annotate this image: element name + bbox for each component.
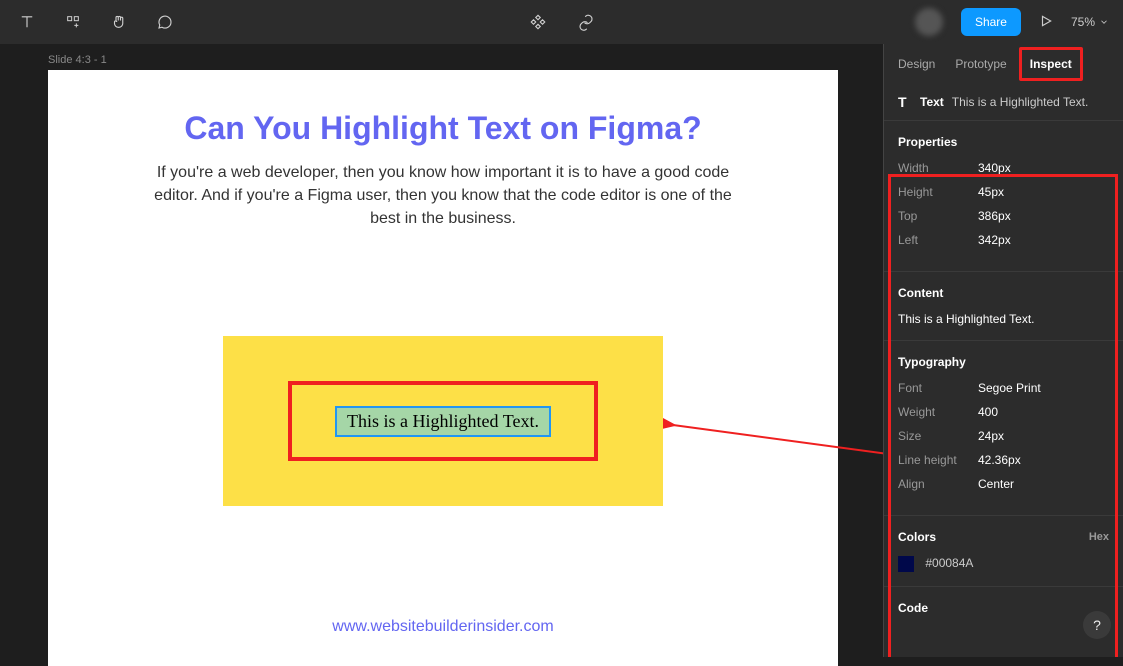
slide-paragraph: If you're a web developer, then you know… <box>153 161 733 231</box>
inspect-panel: Design Prototype Inspect T Text This is … <box>883 44 1123 657</box>
typo-font: FontSegoe Print <box>898 381 1109 395</box>
highlighted-text[interactable]: This is a Highlighted Text. <box>335 406 551 437</box>
canvas-area[interactable]: Slide 4:3 - 1 Can You Highlight Text on … <box>0 44 883 657</box>
typo-size: Size24px <box>898 429 1109 443</box>
properties-section: Properties Width340px Height45px Top386p… <box>884 120 1123 271</box>
color-hex: #00084A <box>925 556 973 570</box>
annotation-box: This is a Highlighted Text. <box>288 381 598 461</box>
content-text: This is a Highlighted Text. <box>898 312 1109 326</box>
content-heading: Content <box>898 286 1109 300</box>
typo-lineheight: Line height42.36px <box>898 453 1109 467</box>
text-tool-icon[interactable] <box>18 13 36 31</box>
hand-tool-icon[interactable] <box>110 13 128 31</box>
comment-tool-icon[interactable] <box>156 13 174 31</box>
colors-heading: Colors Hex <box>898 530 1109 544</box>
frame-tool-icon[interactable] <box>64 13 82 31</box>
colors-mode[interactable]: Hex <box>1089 531 1109 543</box>
link-icon[interactable] <box>577 13 595 31</box>
typography-heading: Typography <box>898 355 1109 369</box>
play-button[interactable] <box>1039 14 1053 31</box>
content-section: Content This is a Highlighted Text. <box>884 271 1123 340</box>
zoom-control[interactable]: 75% <box>1071 15 1109 29</box>
slide-title: Can You Highlight Text on Figma? <box>48 110 838 147</box>
components-icon[interactable] <box>529 13 547 31</box>
code-heading: Code <box>898 601 1109 615</box>
zoom-label: 75% <box>1071 15 1095 29</box>
color-row[interactable]: #00084A <box>898 556 1109 572</box>
typo-align: AlignCenter <box>898 477 1109 491</box>
node-name: This is a Highlighted Text. <box>952 95 1089 109</box>
footer-url: www.websitebuilderinsider.com <box>48 618 838 636</box>
properties-heading: Properties <box>898 135 1109 149</box>
highlight-container: This is a Highlighted Text. <box>223 336 663 506</box>
color-chip <box>898 556 914 572</box>
share-button[interactable]: Share <box>961 8 1021 36</box>
prop-left: Left342px <box>898 233 1109 247</box>
avatar[interactable] <box>915 8 943 36</box>
top-toolbar: Share 75% <box>0 0 1123 44</box>
tab-design[interactable]: Design <box>898 57 935 71</box>
tab-prototype[interactable]: Prototype <box>955 57 1006 71</box>
chevron-down-icon <box>1099 17 1109 27</box>
colors-section: Colors Hex #00084A <box>884 515 1123 586</box>
typography-section: Typography FontSegoe Print Weight400 Siz… <box>884 340 1123 515</box>
prop-height: Height45px <box>898 185 1109 199</box>
text-layer-icon: T <box>898 94 912 110</box>
tab-inspect[interactable]: Inspect <box>1019 47 1083 81</box>
node-kind: Text <box>920 95 944 109</box>
selected-node-row: T Text This is a Highlighted Text. <box>884 84 1123 120</box>
typo-weight: Weight400 <box>898 405 1109 419</box>
help-button[interactable]: ? <box>1083 611 1111 639</box>
frame-label: Slide 4:3 - 1 <box>48 54 107 66</box>
slide-frame[interactable]: Can You Highlight Text on Figma? If you'… <box>48 70 838 666</box>
prop-top: Top386px <box>898 209 1109 223</box>
prop-width: Width340px <box>898 161 1109 175</box>
